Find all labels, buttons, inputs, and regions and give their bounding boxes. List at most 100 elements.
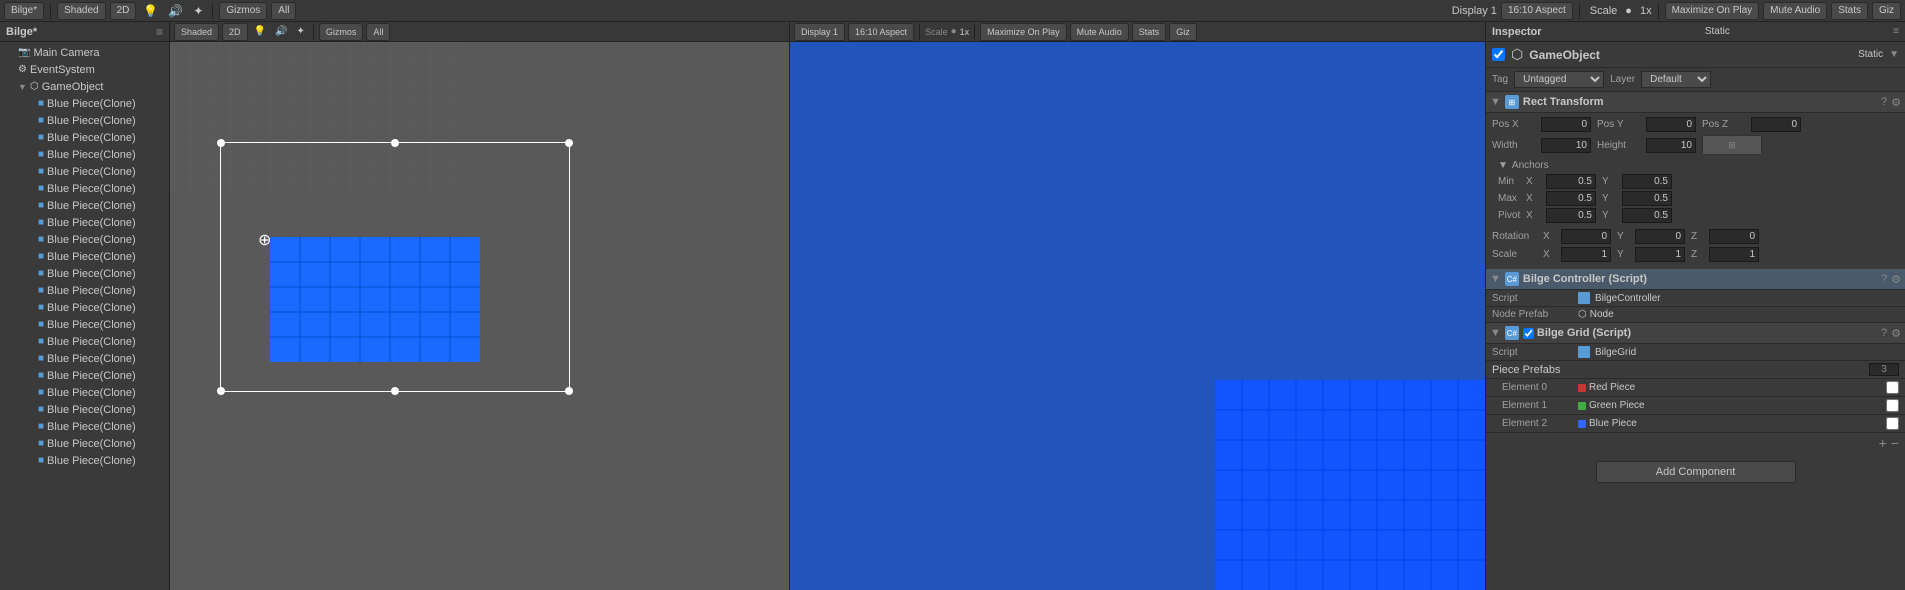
inspector-menu-icon[interactable]: ≡ — [1893, 26, 1899, 37]
move-gizmo[interactable]: ⊕ — [258, 230, 271, 250]
stats-btn[interactable]: Stats — [1831, 2, 1868, 20]
pos-x-input[interactable] — [1541, 117, 1591, 132]
pivot-y-input[interactable] — [1622, 208, 1672, 223]
element-1-checkbox[interactable] — [1886, 399, 1899, 412]
gizmos-dropdown[interactable]: Gizmos — [219, 2, 267, 20]
bilge-controller-header[interactable]: ▼ C# Bilge Controller (Script) ? ⚙ — [1486, 269, 1905, 290]
scene-2d-btn[interactable]: 2D — [222, 23, 248, 41]
list-item[interactable]: ■ Blue Piece(Clone) — [0, 163, 169, 180]
add-element-icon[interactable]: + — [1879, 435, 1887, 451]
list-item[interactable]: ■ Blue Piece(Clone) — [0, 231, 169, 248]
game-giz-btn[interactable]: Giz — [1169, 23, 1197, 41]
mute-btn[interactable]: Mute Audio — [1763, 2, 1827, 20]
pos-z-input[interactable] — [1751, 117, 1801, 132]
game-aspect-dropdown[interactable]: 16:10 Aspect — [848, 23, 914, 41]
hierarchy-item-main-camera[interactable]: 📷 Main Camera — [0, 44, 169, 61]
selection-handle-br[interactable] — [565, 387, 573, 395]
layout-dropdown[interactable]: Bilge* — [4, 2, 44, 20]
list-item[interactable]: ■ Blue Piece(Clone) — [0, 316, 169, 333]
scale-x-input[interactable] — [1561, 247, 1611, 262]
pivot-x-input[interactable] — [1546, 208, 1596, 223]
selection-handle-bl[interactable] — [217, 387, 225, 395]
add-component-button[interactable]: Add Component — [1596, 461, 1796, 483]
rect-info-icon[interactable]: ? — [1881, 96, 1887, 109]
rotation-x-input[interactable] — [1561, 229, 1611, 244]
mute-audio-btn[interactable]: Mute Audio — [1070, 23, 1129, 41]
list-item[interactable]: ■ Blue Piece(Clone) — [0, 452, 169, 469]
game-display-dropdown[interactable]: Display 1 — [794, 23, 845, 41]
anchor-min-x-input[interactable] — [1546, 174, 1596, 189]
effects-toggle[interactable]: ✦ — [190, 2, 206, 20]
list-item[interactable]: ■ Blue Piece(Clone) — [0, 197, 169, 214]
list-item[interactable]: ■ Blue Piece(Clone) — [0, 265, 169, 282]
scene-effects-icon[interactable]: ✦ — [293, 23, 307, 41]
selection-handle-bm[interactable] — [391, 387, 399, 395]
bilge-grid-checkbox[interactable] — [1523, 328, 1534, 339]
list-item[interactable]: ■ Blue Piece(Clone) — [0, 299, 169, 316]
scale-y-input[interactable] — [1635, 247, 1685, 262]
scene-light-icon[interactable]: 💡 — [251, 23, 269, 41]
go-dropdown-icon[interactable]: ▼ — [1889, 49, 1899, 60]
bilge-controller-settings-icon[interactable]: ⚙ — [1891, 273, 1901, 286]
list-item[interactable]: ■ Blue Piece(Clone) — [0, 146, 169, 163]
bilge-controller-info-icon[interactable]: ? — [1881, 273, 1887, 286]
list-item[interactable]: ■ Blue Piece(Clone) — [0, 384, 169, 401]
rotation-z-input[interactable] — [1709, 229, 1759, 244]
height-input[interactable] — [1646, 138, 1696, 153]
scale-z-input[interactable] — [1709, 247, 1759, 262]
audio-toggle[interactable]: 🔊 — [165, 2, 186, 20]
gameobject-checkbox[interactable] — [1492, 48, 1505, 61]
aspect-dropdown[interactable]: 16:10 Aspect — [1501, 2, 1573, 20]
list-item[interactable]: ■ Blue Piece(Clone) — [0, 180, 169, 197]
list-item[interactable]: ■ Blue Piece(Clone) — [0, 418, 169, 435]
scene-gizmos-btn[interactable]: Gizmos — [319, 23, 364, 41]
scene-all-dropdown[interactable]: All — [271, 2, 296, 20]
rotation-y-input[interactable] — [1635, 229, 1685, 244]
anchor-max-y-input[interactable] — [1622, 191, 1672, 206]
layer-dropdown[interactable]: Default — [1641, 71, 1711, 88]
anchor-min-y-input[interactable] — [1622, 174, 1672, 189]
list-item[interactable]: ■ Blue Piece(Clone) — [0, 248, 169, 265]
list-item[interactable]: ■ Blue Piece(Clone) — [0, 214, 169, 231]
maximize-btn[interactable]: Maximize On Play — [1665, 2, 1760, 20]
game-stats-btn[interactable]: Stats — [1132, 23, 1167, 41]
hierarchy-menu-icon[interactable]: ≡ — [156, 25, 163, 39]
tag-dropdown[interactable]: Untagged — [1514, 71, 1604, 88]
scene-blue-object[interactable] — [270, 237, 480, 362]
giz-btn[interactable]: Giz — [1872, 2, 1901, 20]
scene-all-btn[interactable]: All — [366, 23, 390, 41]
list-item[interactable]: ■ Blue Piece(Clone) — [0, 95, 169, 112]
2d-toggle[interactable]: 2D — [110, 2, 137, 20]
list-item[interactable]: ■ Blue Piece(Clone) — [0, 129, 169, 146]
bilge-grid-settings-icon[interactable]: ⚙ — [1891, 327, 1901, 340]
rect-transform-header[interactable]: ▼ ⊞ Rect Transform ? ⚙ — [1486, 92, 1905, 113]
width-input[interactable] — [1541, 138, 1591, 153]
pos-y-input[interactable] — [1646, 117, 1696, 132]
list-item[interactable]: ■ Blue Piece(Clone) — [0, 350, 169, 367]
bilge-grid-info-icon[interactable]: ? — [1881, 327, 1887, 340]
scene-canvas[interactable]: ⊕ — [170, 42, 789, 590]
element-2-checkbox[interactable] — [1886, 417, 1899, 430]
hierarchy-item-gameobject[interactable]: ▼ ⬡ GameObject — [0, 78, 169, 95]
list-item[interactable]: ■ Blue Piece(Clone) — [0, 282, 169, 299]
element-0-checkbox[interactable] — [1886, 381, 1899, 394]
list-item[interactable]: ■ Blue Piece(Clone) — [0, 333, 169, 350]
anchors-toggle[interactable]: ▼ Anchors — [1498, 160, 1893, 171]
hierarchy-item-eventsystem[interactable]: ⚙ EventSystem — [0, 61, 169, 78]
remove-element-icon[interactable]: − — [1891, 435, 1899, 451]
bilge-grid-header[interactable]: ▼ C# Bilge Grid (Script) ? ⚙ — [1486, 323, 1905, 344]
list-item[interactable]: ■ Blue Piece(Clone) — [0, 435, 169, 452]
list-item[interactable]: ■ Blue Piece(Clone) — [0, 112, 169, 129]
anchor-max-x-input[interactable] — [1546, 191, 1596, 206]
scene-shading-dropdown[interactable]: Shaded — [174, 23, 219, 41]
shading-dropdown[interactable]: Shaded — [57, 2, 105, 20]
scene-audio-icon[interactable]: 🔊 — [272, 23, 290, 41]
lighting-toggle[interactable]: 💡 — [140, 2, 161, 20]
anchor-preset-widget[interactable]: ⊞ — [1702, 135, 1762, 155]
selection-handle-tr[interactable] — [565, 139, 573, 147]
list-item[interactable]: ■ Blue Piece(Clone) — [0, 367, 169, 384]
piece-prefabs-count[interactable] — [1869, 363, 1899, 376]
list-item[interactable]: ■ Blue Piece(Clone) — [0, 401, 169, 418]
maximize-on-play-btn[interactable]: Maximize On Play — [980, 23, 1067, 41]
rect-settings-icon[interactable]: ⚙ — [1891, 96, 1901, 109]
